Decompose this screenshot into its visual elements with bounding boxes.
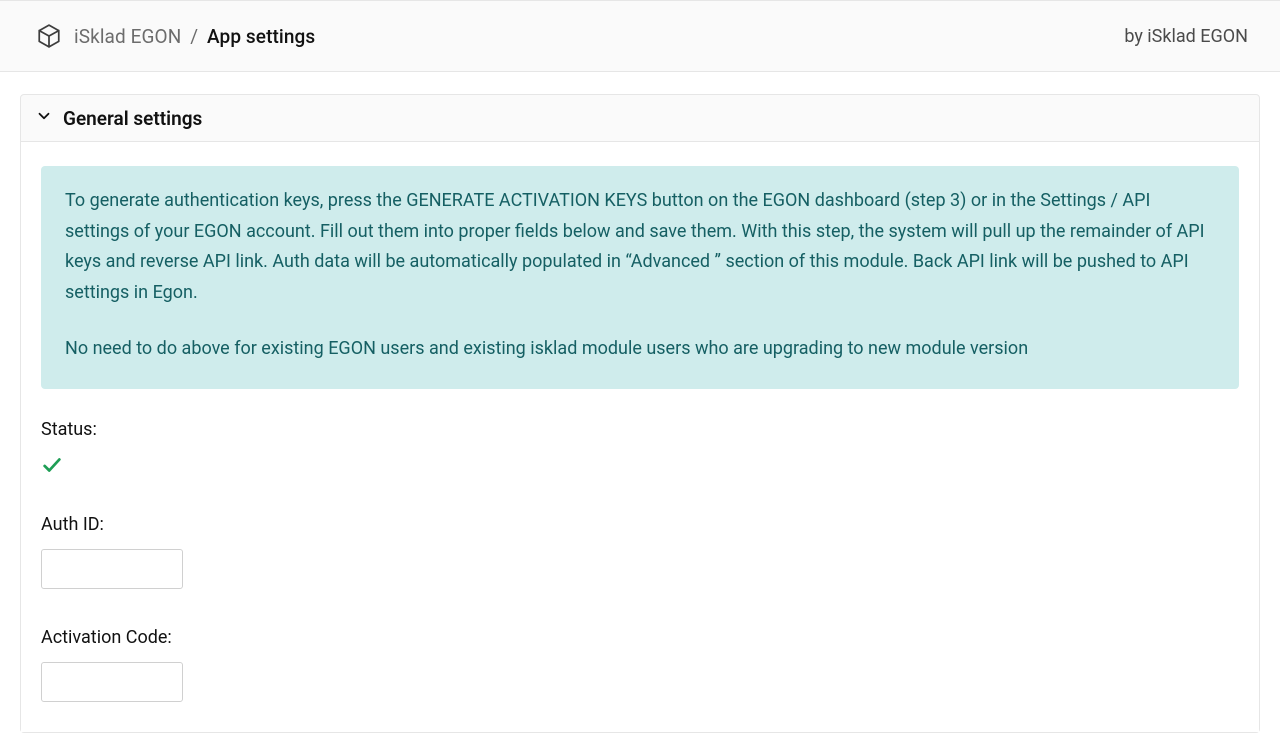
alert-paragraph-2: No need to do above for existing EGON us… <box>65 334 1215 365</box>
breadcrumb-root[interactable]: iSklad EGON <box>74 25 181 48</box>
chevron-down-icon <box>35 107 53 129</box>
general-settings-panel: General settings To generate authenticat… <box>20 94 1260 733</box>
info-alert: To generate authentication keys, press t… <box>41 166 1239 389</box>
activation-code-field: Activation Code: <box>41 627 1239 702</box>
panel-title: General settings <box>63 107 202 130</box>
auth-id-input[interactable] <box>41 549 183 589</box>
breadcrumb-separator: / <box>190 25 198 48</box>
page-title: App settings <box>207 25 315 48</box>
status-field: Status: <box>41 419 1239 476</box>
status-label: Status: <box>41 419 1239 440</box>
breadcrumb: iSklad EGON / App settings <box>74 25 315 48</box>
brand-cube-icon <box>36 23 62 49</box>
panel-body: To generate authentication keys, press t… <box>21 141 1259 732</box>
auth-id-field: Auth ID: <box>41 514 1239 589</box>
brand: iSklad EGON / App settings <box>36 23 315 49</box>
topbar: iSklad EGON / App settings by iSklad EGO… <box>0 1 1280 72</box>
panel-header-toggle[interactable]: General settings <box>21 95 1259 141</box>
activation-code-label: Activation Code: <box>41 627 1239 648</box>
alert-paragraph-1: To generate authentication keys, press t… <box>65 186 1215 308</box>
byline: by iSklad EGON <box>1124 26 1248 47</box>
activation-code-input[interactable] <box>41 662 183 702</box>
auth-id-label: Auth ID: <box>41 514 1239 535</box>
page-content: General settings To generate authenticat… <box>0 72 1280 733</box>
check-icon <box>41 454 1239 476</box>
